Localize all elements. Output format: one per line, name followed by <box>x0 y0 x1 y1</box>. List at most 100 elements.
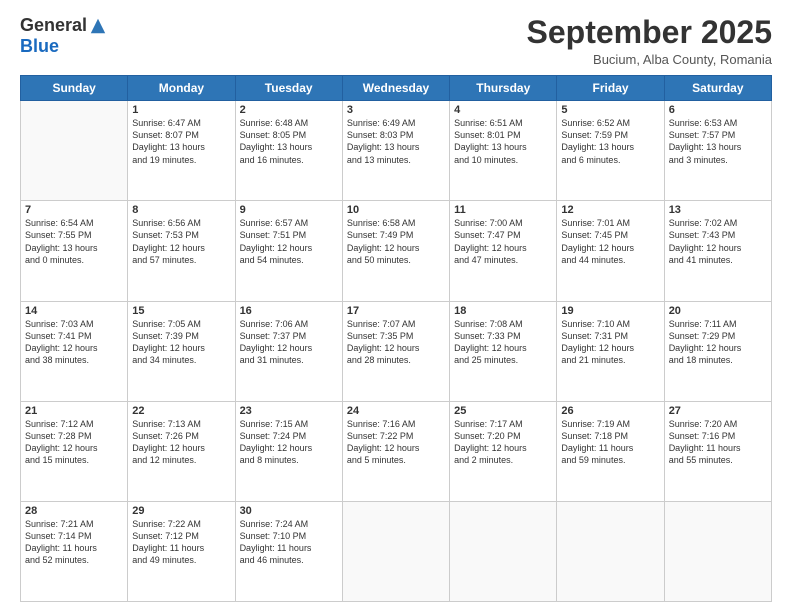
table-row <box>450 501 557 601</box>
calendar-table: Sunday Monday Tuesday Wednesday Thursday… <box>20 75 772 602</box>
day-info: Sunrise: 7:19 AM Sunset: 7:18 PM Dayligh… <box>561 418 659 467</box>
table-row: 21Sunrise: 7:12 AM Sunset: 7:28 PM Dayli… <box>21 401 128 501</box>
day-info: Sunrise: 7:07 AM Sunset: 7:35 PM Dayligh… <box>347 318 445 367</box>
table-row: 4Sunrise: 6:51 AM Sunset: 8:01 PM Daylig… <box>450 101 557 201</box>
table-row <box>557 501 664 601</box>
day-info: Sunrise: 6:56 AM Sunset: 7:53 PM Dayligh… <box>132 217 230 266</box>
day-number: 7 <box>25 204 123 216</box>
day-info: Sunrise: 7:11 AM Sunset: 7:29 PM Dayligh… <box>669 318 767 367</box>
day-number: 30 <box>240 505 338 517</box>
day-info: Sunrise: 7:20 AM Sunset: 7:16 PM Dayligh… <box>669 418 767 467</box>
col-tuesday: Tuesday <box>235 76 342 101</box>
day-number: 5 <box>561 104 659 116</box>
day-number: 16 <box>240 305 338 317</box>
table-row: 17Sunrise: 7:07 AM Sunset: 7:35 PM Dayli… <box>342 301 449 401</box>
day-info: Sunrise: 6:47 AM Sunset: 8:07 PM Dayligh… <box>132 117 230 166</box>
day-number: 10 <box>347 204 445 216</box>
day-number: 19 <box>561 305 659 317</box>
calendar-week-row: 21Sunrise: 7:12 AM Sunset: 7:28 PM Dayli… <box>21 401 772 501</box>
day-info: Sunrise: 6:53 AM Sunset: 7:57 PM Dayligh… <box>669 117 767 166</box>
col-friday: Friday <box>557 76 664 101</box>
day-info: Sunrise: 6:54 AM Sunset: 7:55 PM Dayligh… <box>25 217 123 266</box>
day-number: 23 <box>240 405 338 417</box>
calendar-week-row: 1Sunrise: 6:47 AM Sunset: 8:07 PM Daylig… <box>21 101 772 201</box>
calendar-week-row: 28Sunrise: 7:21 AM Sunset: 7:14 PM Dayli… <box>21 501 772 601</box>
table-row: 25Sunrise: 7:17 AM Sunset: 7:20 PM Dayli… <box>450 401 557 501</box>
table-row: 23Sunrise: 7:15 AM Sunset: 7:24 PM Dayli… <box>235 401 342 501</box>
day-number: 18 <box>454 305 552 317</box>
month-title: September 2025 <box>527 15 772 50</box>
table-row: 10Sunrise: 6:58 AM Sunset: 7:49 PM Dayli… <box>342 201 449 301</box>
calendar-week-row: 14Sunrise: 7:03 AM Sunset: 7:41 PM Dayli… <box>21 301 772 401</box>
table-row: 5Sunrise: 6:52 AM Sunset: 7:59 PM Daylig… <box>557 101 664 201</box>
table-row: 19Sunrise: 7:10 AM Sunset: 7:31 PM Dayli… <box>557 301 664 401</box>
day-info: Sunrise: 7:10 AM Sunset: 7:31 PM Dayligh… <box>561 318 659 367</box>
day-info: Sunrise: 6:57 AM Sunset: 7:51 PM Dayligh… <box>240 217 338 266</box>
location-subtitle: Bucium, Alba County, Romania <box>527 52 772 67</box>
calendar-week-row: 7Sunrise: 6:54 AM Sunset: 7:55 PM Daylig… <box>21 201 772 301</box>
col-wednesday: Wednesday <box>342 76 449 101</box>
day-info: Sunrise: 7:01 AM Sunset: 7:45 PM Dayligh… <box>561 217 659 266</box>
table-row: 16Sunrise: 7:06 AM Sunset: 7:37 PM Dayli… <box>235 301 342 401</box>
page: General Blue September 2025 Bucium, Alba… <box>0 0 792 612</box>
col-sunday: Sunday <box>21 76 128 101</box>
table-row: 20Sunrise: 7:11 AM Sunset: 7:29 PM Dayli… <box>664 301 771 401</box>
day-info: Sunrise: 7:16 AM Sunset: 7:22 PM Dayligh… <box>347 418 445 467</box>
calendar-header-row: Sunday Monday Tuesday Wednesday Thursday… <box>21 76 772 101</box>
day-number: 21 <box>25 405 123 417</box>
table-row: 28Sunrise: 7:21 AM Sunset: 7:14 PM Dayli… <box>21 501 128 601</box>
table-row: 22Sunrise: 7:13 AM Sunset: 7:26 PM Dayli… <box>128 401 235 501</box>
day-info: Sunrise: 7:05 AM Sunset: 7:39 PM Dayligh… <box>132 318 230 367</box>
day-info: Sunrise: 7:00 AM Sunset: 7:47 PM Dayligh… <box>454 217 552 266</box>
day-number: 14 <box>25 305 123 317</box>
day-info: Sunrise: 7:24 AM Sunset: 7:10 PM Dayligh… <box>240 518 338 567</box>
logo: General Blue <box>20 15 107 57</box>
day-number: 15 <box>132 305 230 317</box>
table-row: 29Sunrise: 7:22 AM Sunset: 7:12 PM Dayli… <box>128 501 235 601</box>
table-row: 12Sunrise: 7:01 AM Sunset: 7:45 PM Dayli… <box>557 201 664 301</box>
day-info: Sunrise: 7:08 AM Sunset: 7:33 PM Dayligh… <box>454 318 552 367</box>
day-number: 20 <box>669 305 767 317</box>
table-row: 2Sunrise: 6:48 AM Sunset: 8:05 PM Daylig… <box>235 101 342 201</box>
day-info: Sunrise: 6:52 AM Sunset: 7:59 PM Dayligh… <box>561 117 659 166</box>
day-info: Sunrise: 7:13 AM Sunset: 7:26 PM Dayligh… <box>132 418 230 467</box>
table-row: 9Sunrise: 6:57 AM Sunset: 7:51 PM Daylig… <box>235 201 342 301</box>
day-info: Sunrise: 6:49 AM Sunset: 8:03 PM Dayligh… <box>347 117 445 166</box>
logo-general-text: General <box>20 15 87 36</box>
day-info: Sunrise: 6:58 AM Sunset: 7:49 PM Dayligh… <box>347 217 445 266</box>
col-saturday: Saturday <box>664 76 771 101</box>
day-info: Sunrise: 6:51 AM Sunset: 8:01 PM Dayligh… <box>454 117 552 166</box>
table-row <box>342 501 449 601</box>
table-row: 7Sunrise: 6:54 AM Sunset: 7:55 PM Daylig… <box>21 201 128 301</box>
table-row: 13Sunrise: 7:02 AM Sunset: 7:43 PM Dayli… <box>664 201 771 301</box>
day-number: 8 <box>132 204 230 216</box>
table-row <box>21 101 128 201</box>
day-number: 24 <box>347 405 445 417</box>
table-row: 8Sunrise: 6:56 AM Sunset: 7:53 PM Daylig… <box>128 201 235 301</box>
day-number: 27 <box>669 405 767 417</box>
day-number: 11 <box>454 204 552 216</box>
day-info: Sunrise: 7:22 AM Sunset: 7:12 PM Dayligh… <box>132 518 230 567</box>
table-row: 11Sunrise: 7:00 AM Sunset: 7:47 PM Dayli… <box>450 201 557 301</box>
title-block: September 2025 Bucium, Alba County, Roma… <box>527 15 772 67</box>
table-row: 3Sunrise: 6:49 AM Sunset: 8:03 PM Daylig… <box>342 101 449 201</box>
logo-icon <box>89 17 107 35</box>
day-info: Sunrise: 6:48 AM Sunset: 8:05 PM Dayligh… <box>240 117 338 166</box>
table-row: 6Sunrise: 6:53 AM Sunset: 7:57 PM Daylig… <box>664 101 771 201</box>
day-number: 9 <box>240 204 338 216</box>
day-number: 28 <box>25 505 123 517</box>
day-info: Sunrise: 7:21 AM Sunset: 7:14 PM Dayligh… <box>25 518 123 567</box>
day-info: Sunrise: 7:06 AM Sunset: 7:37 PM Dayligh… <box>240 318 338 367</box>
logo-blue-text: Blue <box>20 36 59 57</box>
table-row: 30Sunrise: 7:24 AM Sunset: 7:10 PM Dayli… <box>235 501 342 601</box>
day-number: 6 <box>669 104 767 116</box>
col-thursday: Thursday <box>450 76 557 101</box>
col-monday: Monday <box>128 76 235 101</box>
day-number: 26 <box>561 405 659 417</box>
day-number: 22 <box>132 405 230 417</box>
table-row: 18Sunrise: 7:08 AM Sunset: 7:33 PM Dayli… <box>450 301 557 401</box>
day-info: Sunrise: 7:12 AM Sunset: 7:28 PM Dayligh… <box>25 418 123 467</box>
day-number: 2 <box>240 104 338 116</box>
table-row: 1Sunrise: 6:47 AM Sunset: 8:07 PM Daylig… <box>128 101 235 201</box>
day-info: Sunrise: 7:02 AM Sunset: 7:43 PM Dayligh… <box>669 217 767 266</box>
